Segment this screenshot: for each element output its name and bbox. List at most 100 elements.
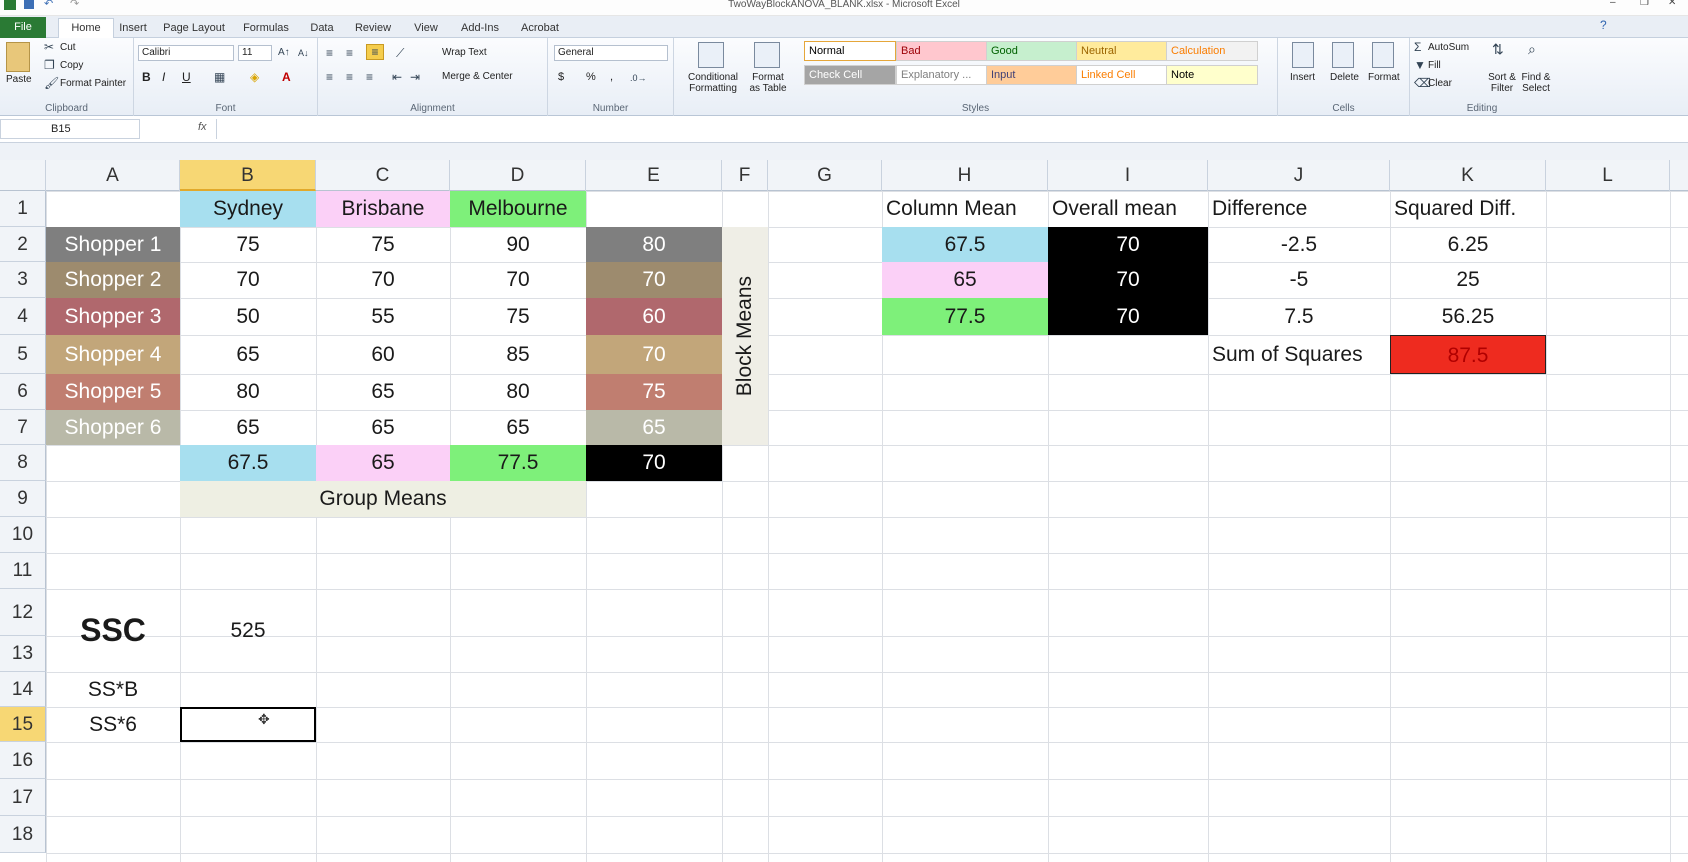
squared-diff-cell[interactable]: 6.25	[1390, 227, 1546, 262]
cell-style-6[interactable]: Explanatory ...	[896, 65, 988, 85]
score-cell[interactable]: 60	[316, 335, 450, 374]
tab-file[interactable]: File	[0, 17, 46, 38]
score-cell[interactable]: 75	[450, 298, 586, 335]
align-top-icon[interactable]: ≡	[326, 46, 333, 60]
align-center-icon[interactable]: ≡	[346, 70, 353, 84]
score-cell[interactable]: 75	[316, 227, 450, 262]
column-header-l[interactable]: L	[1546, 160, 1670, 191]
row-header-9[interactable]: 9	[0, 481, 46, 517]
column-header-g[interactable]: G	[768, 160, 882, 191]
tab-formulas[interactable]: Formulas	[236, 19, 296, 38]
align-bottom-icon[interactable]: ≡	[366, 44, 384, 60]
shopper-label[interactable]: Shopper 2	[46, 262, 180, 298]
grow-font-icon[interactable]: A↑	[278, 46, 290, 60]
underline-button[interactable]: U	[182, 70, 191, 84]
find-select-button[interactable]: Find & Select	[1518, 72, 1554, 94]
difference-cell[interactable]: -2.5	[1208, 227, 1390, 262]
font-size-select[interactable]: 11	[238, 45, 272, 61]
orientation-icon[interactable]: ⟋	[396, 46, 404, 60]
group-mean-cell[interactable]: 65	[316, 445, 450, 481]
score-cell[interactable]: 80	[450, 374, 586, 410]
ssc-value[interactable]: 525	[180, 589, 316, 672]
increase-decimal-icon[interactable]: .0→	[630, 71, 647, 85]
italic-button[interactable]: I	[162, 70, 165, 84]
worksheet-grid[interactable]: 1 2 3 4 5 6 7 8 9 10 11 12 13 14 15 16 17 18 Sydney Brisban…	[0, 191, 1688, 862]
cell-style-0[interactable]: Normal	[804, 41, 896, 61]
difference-cell[interactable]: -5	[1208, 262, 1390, 298]
ssb-label[interactable]: SS*B	[46, 672, 180, 707]
group-means-label[interactable]: Group Means	[180, 481, 586, 517]
cell-style-1[interactable]: Bad	[896, 41, 988, 61]
format-cells-button[interactable]: Format	[1368, 72, 1400, 83]
fill-button[interactable]: Fill	[1428, 60, 1441, 71]
format-cells-icon[interactable]	[1372, 42, 1394, 68]
block-mean-cell[interactable]: 70	[586, 335, 722, 374]
squared-diff-cell[interactable]: 56.25	[1390, 298, 1546, 335]
format-as-table-button[interactable]: Format as Table	[746, 72, 790, 94]
fill-icon[interactable]: ▼	[1414, 58, 1426, 72]
number-format-select[interactable]: General	[554, 45, 668, 61]
block-mean-cell[interactable]: 60	[586, 298, 722, 335]
insert-cells-icon[interactable]	[1292, 42, 1314, 68]
shopper-label[interactable]: Shopper 6	[46, 410, 180, 445]
insert-cells-button[interactable]: Insert	[1290, 72, 1315, 83]
score-cell[interactable]: 50	[180, 298, 316, 335]
delete-cells-button[interactable]: Delete	[1330, 72, 1359, 83]
align-middle-icon[interactable]: ≡	[346, 46, 353, 60]
score-cell[interactable]: 70	[450, 262, 586, 298]
difference-cell[interactable]: 7.5	[1208, 298, 1390, 335]
column-header-a[interactable]: A	[46, 160, 180, 191]
wrap-text-button[interactable]: Wrap Text	[442, 47, 487, 58]
cell-style-8[interactable]: Linked Cell	[1076, 65, 1168, 85]
row-header-17[interactable]: 17	[0, 779, 46, 816]
cut-icon[interactable]: ✂	[44, 40, 54, 54]
column-header-j[interactable]: J	[1208, 160, 1390, 191]
overall-mean-cell[interactable]: 70	[586, 445, 722, 481]
city-header-1[interactable]: Brisbane	[316, 191, 450, 227]
column-header-d[interactable]: D	[450, 160, 586, 191]
fill-color-icon[interactable]: ◈	[250, 70, 259, 84]
row-header-14[interactable]: 14	[0, 672, 46, 707]
shopper-label[interactable]: Shopper 1	[46, 227, 180, 262]
row-header-15[interactable]: 15	[0, 707, 46, 742]
block-mean-cell[interactable]: 65	[586, 410, 722, 445]
copy-button[interactable]: Copy	[60, 60, 83, 71]
comma-button[interactable]: ,	[610, 71, 613, 83]
overall-mean-ref-cell[interactable]: 70	[1048, 298, 1208, 335]
cell-style-5[interactable]: Check Cell	[804, 65, 896, 85]
column-header-f[interactable]: F	[722, 160, 768, 191]
row-header-18[interactable]: 18	[0, 816, 46, 853]
right-header-1[interactable]: Overall mean	[1048, 191, 1208, 227]
bold-button[interactable]: B	[142, 70, 151, 84]
score-cell[interactable]: 85	[450, 335, 586, 374]
clear-button[interactable]: Clear	[1428, 78, 1452, 89]
score-cell[interactable]: 65	[450, 410, 586, 445]
borders-icon[interactable]: ▦	[214, 70, 225, 84]
column-header-c[interactable]: C	[316, 160, 450, 191]
row-header-7[interactable]: 7	[0, 410, 46, 445]
increase-indent-icon[interactable]: ⇥	[410, 70, 420, 84]
cell-style-9[interactable]: Note	[1166, 65, 1258, 85]
score-cell[interactable]: 65	[316, 374, 450, 410]
align-left-icon[interactable]: ≡	[326, 70, 333, 84]
column-mean-cell[interactable]: 77.5	[882, 298, 1048, 335]
row-header-12[interactable]: 12	[0, 589, 46, 636]
right-header-2[interactable]: Difference	[1208, 191, 1390, 227]
right-header-3[interactable]: Squared Diff.	[1390, 191, 1546, 227]
conditional-formatting-icon[interactable]	[698, 42, 724, 68]
tab-view[interactable]: View	[404, 19, 448, 38]
paste-icon[interactable]	[6, 42, 30, 72]
shopper-label[interactable]: Shopper 5	[46, 374, 180, 410]
font-color-icon[interactable]: A	[282, 70, 291, 84]
row-header-6[interactable]: 6	[0, 374, 46, 410]
find-select-icon[interactable]: ⌕	[1528, 42, 1536, 56]
help-icon[interactable]: ?	[1600, 18, 1607, 32]
conditional-formatting-button[interactable]: Conditional Formatting	[682, 72, 744, 94]
score-cell[interactable]: 80	[180, 374, 316, 410]
overall-mean-ref-cell[interactable]: 70	[1048, 262, 1208, 298]
formula-input[interactable]	[216, 119, 1676, 139]
tab-add-ins[interactable]: Add-Ins	[454, 19, 506, 38]
score-cell[interactable]: 70	[180, 262, 316, 298]
currency-button[interactable]: $	[558, 71, 564, 83]
block-mean-cell[interactable]: 75	[586, 374, 722, 410]
